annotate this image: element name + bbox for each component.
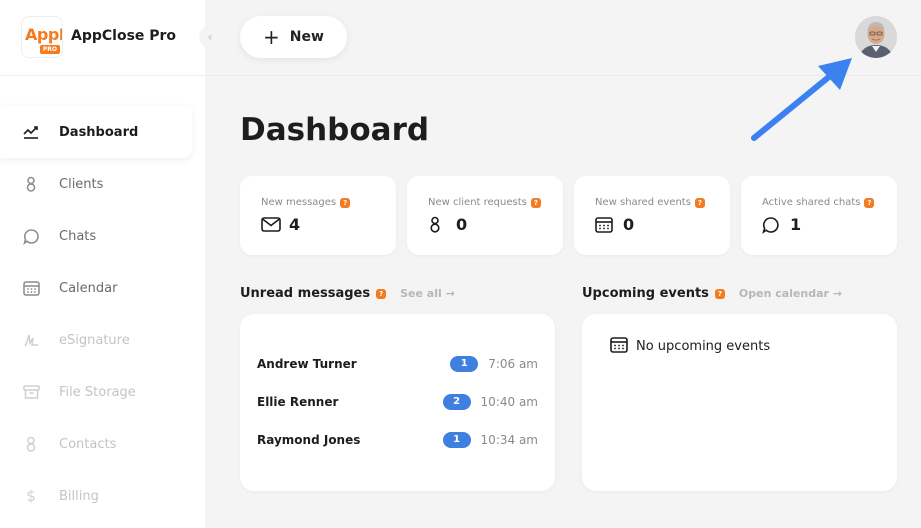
unread-count-badge: 1 bbox=[450, 356, 479, 372]
stat-value-row: 0 bbox=[428, 215, 467, 234]
help-icon[interactable]: ? bbox=[340, 197, 351, 208]
stat-label-row: New client requests ? bbox=[428, 197, 541, 208]
message-row[interactable]: Raymond Jones 1 10:34 am bbox=[257, 430, 538, 450]
app-logo[interactable]: AppP PRO bbox=[21, 16, 63, 58]
contact-name: Andrew Turner bbox=[257, 357, 357, 371]
chat-bubble-icon bbox=[762, 216, 784, 234]
message-row[interactable]: Ellie Renner 2 10:40 am bbox=[257, 392, 538, 412]
unread-count-badge: 1 bbox=[442, 432, 471, 448]
brand-header: AppP PRO AppClose Pro bbox=[0, 0, 205, 76]
sidebar-item-clients[interactable]: Clients bbox=[0, 158, 192, 210]
stat-label: New client requests bbox=[428, 197, 527, 208]
unread-messages-card: Andrew Turner 1 7:06 am Ellie Renner 2 1… bbox=[240, 314, 555, 491]
message-time: 10:40 am bbox=[480, 395, 538, 409]
logo-text: AppP bbox=[25, 25, 62, 44]
new-button-label: New bbox=[289, 29, 324, 45]
user-avatar[interactable] bbox=[855, 16, 897, 58]
stat-card-active-shared-chats[interactable]: Active shared chats ? 1 bbox=[741, 176, 897, 255]
stat-label: Active shared chats bbox=[762, 197, 861, 208]
sidebar-item-label: Clients bbox=[59, 176, 104, 192]
message-row[interactable]: Andrew Turner 1 7:06 am bbox=[257, 354, 538, 374]
help-icon[interactable]: ? bbox=[376, 288, 387, 299]
empty-state: No upcoming events bbox=[610, 336, 770, 357]
calendar-icon bbox=[610, 336, 628, 357]
sidebar-item-chats[interactable]: Chats bbox=[0, 210, 192, 262]
stat-label-row: Active shared chats ? bbox=[762, 197, 875, 208]
stat-label-row: New shared events ? bbox=[595, 197, 705, 208]
chat-bubble-icon bbox=[22, 227, 40, 245]
app-name: AppClose Pro bbox=[71, 28, 177, 44]
unread-count-badge: 2 bbox=[442, 394, 471, 410]
dollar-icon: $ bbox=[26, 487, 36, 505]
stat-value-row: 4 bbox=[261, 215, 300, 234]
stat-label: New messages bbox=[261, 197, 337, 208]
stat-value: 0 bbox=[456, 215, 468, 234]
section-title: Upcoming events bbox=[582, 286, 709, 301]
sidebar-item-label: Dashboard bbox=[59, 124, 139, 140]
trend-icon bbox=[22, 123, 40, 141]
stat-label: New shared events bbox=[595, 197, 691, 208]
signature-icon bbox=[22, 331, 40, 349]
envelope-icon bbox=[261, 216, 283, 234]
sidebar-item-dashboard[interactable]: Dashboard bbox=[0, 106, 192, 158]
sidebar-item-label: eSignature bbox=[59, 332, 130, 348]
person-icon bbox=[22, 175, 40, 193]
open-calendar-link[interactable]: Open calendar → bbox=[739, 287, 842, 300]
empty-state-text: No upcoming events bbox=[636, 339, 771, 354]
stat-value-row: 1 bbox=[762, 215, 801, 234]
sidebar-item-contacts[interactable]: Contacts bbox=[0, 418, 192, 470]
stat-value: 4 bbox=[289, 215, 301, 234]
person-icon bbox=[22, 435, 40, 453]
stat-card-new-client-requests[interactable]: New client requests ? 0 bbox=[407, 176, 563, 255]
help-icon[interactable]: ? bbox=[714, 288, 725, 299]
sidebar-item-billing[interactable]: $ Billing bbox=[0, 470, 192, 522]
sidebar-item-label: Contacts bbox=[59, 436, 117, 452]
help-icon[interactable]: ? bbox=[694, 197, 705, 208]
sidebar-item-calendar[interactable]: Calendar bbox=[0, 262, 192, 314]
unread-messages-header: Unread messages ? See all → bbox=[240, 286, 455, 301]
section-title: Unread messages bbox=[240, 286, 371, 301]
calendar-icon bbox=[595, 216, 617, 234]
sidebar-item-label: Calendar bbox=[59, 280, 118, 296]
sidebar-item-file-storage[interactable]: File Storage bbox=[0, 366, 192, 418]
upcoming-events-header: Upcoming events ? Open calendar → bbox=[582, 286, 842, 301]
sidebar-item-label: File Storage bbox=[59, 384, 136, 400]
contact-name: Ellie Renner bbox=[257, 395, 339, 409]
message-time: 10:34 am bbox=[480, 433, 538, 447]
sidebar: AppP PRO AppClose Pro Dashboard Clients … bbox=[0, 0, 205, 528]
plus-icon: + bbox=[263, 25, 280, 49]
help-icon[interactable]: ? bbox=[864, 197, 875, 208]
contact-name: Raymond Jones bbox=[257, 433, 361, 447]
stat-value: 0 bbox=[623, 215, 635, 234]
calendar-icon bbox=[22, 279, 40, 297]
logo-badge: PRO bbox=[39, 45, 60, 54]
stat-card-new-shared-events[interactable]: New shared events ? 0 bbox=[574, 176, 730, 255]
see-all-link[interactable]: See all → bbox=[400, 287, 455, 300]
message-time: 7:06 am bbox=[488, 357, 538, 371]
stat-value-row: 0 bbox=[595, 215, 634, 234]
person-icon bbox=[428, 216, 450, 234]
stat-label-row: New messages ? bbox=[261, 197, 351, 208]
help-icon[interactable]: ? bbox=[530, 197, 541, 208]
archive-box-icon bbox=[22, 383, 40, 401]
new-button[interactable]: + New bbox=[240, 16, 347, 58]
stat-card-new-messages[interactable]: New messages ? 4 bbox=[240, 176, 396, 255]
page-title: Dashboard bbox=[240, 112, 430, 148]
sidebar-item-label: Chats bbox=[59, 228, 97, 244]
sidebar-nav: Dashboard Clients Chats Calendar eSignat… bbox=[0, 106, 205, 522]
stat-value: 1 bbox=[790, 215, 802, 234]
annotation-arrow bbox=[751, 58, 852, 141]
sidebar-item-label: Billing bbox=[59, 488, 99, 504]
upcoming-events-card: No upcoming events bbox=[582, 314, 897, 491]
sidebar-item-esignature[interactable]: eSignature bbox=[0, 314, 192, 366]
